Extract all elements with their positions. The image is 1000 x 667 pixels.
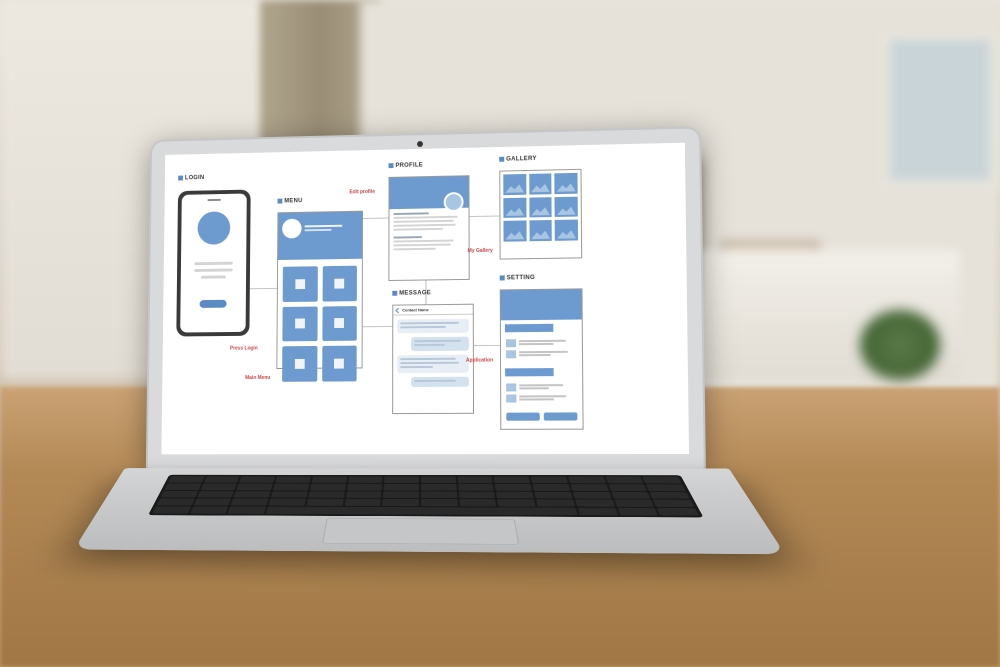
text-line bbox=[393, 244, 450, 247]
tile-icon bbox=[295, 319, 305, 329]
text-line bbox=[393, 248, 436, 251]
profile-screen bbox=[388, 175, 469, 281]
username-field[interactable] bbox=[194, 262, 232, 265]
gallery-thumb[interactable] bbox=[529, 197, 552, 218]
menu-tile[interactable] bbox=[322, 346, 357, 381]
tile-icon bbox=[334, 318, 344, 328]
laptop-keyboard-deck bbox=[74, 468, 785, 554]
text-line bbox=[393, 240, 454, 243]
gallery-screen bbox=[499, 169, 582, 260]
annotation-main-menu: Main Menu bbox=[245, 375, 270, 381]
setting-icon bbox=[506, 383, 516, 391]
password-field[interactable] bbox=[194, 269, 232, 272]
login-label: LOGIN bbox=[178, 175, 204, 181]
tile-icon bbox=[335, 278, 345, 288]
chat-bubble bbox=[411, 337, 469, 351]
tile-icon bbox=[334, 358, 344, 368]
setting-section-bar bbox=[505, 324, 553, 333]
gallery-thumb[interactable] bbox=[555, 173, 578, 194]
profile-name-line bbox=[393, 212, 428, 215]
setting-section-bar bbox=[505, 368, 554, 376]
gallery-thumb[interactable] bbox=[503, 221, 526, 242]
phone-speaker-icon bbox=[207, 199, 220, 201]
gallery-thumb[interactable] bbox=[555, 196, 578, 217]
laptop-bezel: LOGIN Press Login Main Menu MENU bbox=[146, 126, 706, 470]
chat-bubble bbox=[397, 355, 469, 374]
menu-tile[interactable] bbox=[322, 266, 357, 301]
menu-tile[interactable] bbox=[322, 306, 357, 341]
setting-icon bbox=[506, 394, 516, 402]
webcam-icon bbox=[417, 141, 423, 147]
gallery-thumb[interactable] bbox=[529, 220, 552, 241]
message-label: MESSAGE bbox=[392, 290, 431, 297]
profile-label: PROFILE bbox=[389, 162, 424, 169]
gallery-thumb[interactable] bbox=[503, 197, 526, 218]
laptop-screen: LOGIN Press Login Main Menu MENU bbox=[161, 143, 689, 455]
annotation-my-gallery: My Gallery bbox=[468, 248, 493, 254]
gallery-label: GALLERY bbox=[499, 156, 537, 163]
setting-row[interactable] bbox=[506, 350, 577, 359]
avatar-icon bbox=[282, 219, 302, 239]
avatar-icon bbox=[197, 211, 230, 245]
keyboard bbox=[148, 475, 703, 518]
text-line bbox=[393, 216, 457, 219]
menu-tile[interactable] bbox=[282, 346, 317, 381]
setting-action-button[interactable] bbox=[544, 412, 578, 420]
profile-hero bbox=[389, 176, 468, 209]
section-line bbox=[393, 236, 421, 238]
menu-banner bbox=[278, 243, 362, 260]
back-icon[interactable] bbox=[395, 307, 401, 313]
login-screen bbox=[180, 194, 247, 333]
wall-art bbox=[880, 30, 1000, 190]
setting-icon bbox=[506, 350, 516, 358]
text-line bbox=[393, 224, 456, 227]
setting-header bbox=[501, 289, 582, 320]
setting-screen bbox=[500, 288, 584, 429]
user-sub-line bbox=[304, 229, 331, 231]
profile-text bbox=[389, 208, 468, 257]
menu-label: MENU bbox=[278, 198, 303, 204]
phone-mockup bbox=[176, 190, 250, 337]
gallery-thumb[interactable] bbox=[555, 220, 578, 241]
menu-screen bbox=[276, 211, 363, 369]
menu-tile[interactable] bbox=[282, 306, 317, 341]
setting-action-button[interactable] bbox=[506, 413, 539, 421]
user-name-line bbox=[304, 225, 341, 228]
laptop: LOGIN Press Login Main Menu MENU bbox=[144, 126, 708, 605]
annotation-edit-profile: Edit profile bbox=[349, 189, 375, 195]
setting-label: SETTING bbox=[500, 275, 535, 282]
gallery-thumb[interactable] bbox=[529, 173, 552, 194]
menu-header bbox=[278, 212, 362, 245]
plant bbox=[860, 310, 940, 380]
menu-grid bbox=[277, 261, 362, 387]
chat-bubble bbox=[397, 319, 469, 334]
trackpad bbox=[322, 518, 519, 545]
text-line bbox=[393, 220, 453, 223]
text-line bbox=[393, 228, 443, 231]
setting-icon bbox=[506, 339, 516, 347]
login-button[interactable] bbox=[200, 300, 227, 308]
annotation-application: Application bbox=[466, 357, 493, 363]
setting-row[interactable] bbox=[506, 383, 577, 391]
message-screen: Contact Name bbox=[392, 304, 474, 414]
ux-wireframe-canvas: LOGIN Press Login Main Menu MENU bbox=[161, 143, 689, 455]
menu-tile[interactable] bbox=[283, 266, 318, 301]
message-header: Contact Name bbox=[393, 305, 473, 316]
tile-icon bbox=[295, 359, 305, 369]
input-line bbox=[201, 275, 226, 278]
annotation-press-login: Press Login bbox=[230, 346, 258, 352]
setting-row[interactable] bbox=[506, 339, 577, 348]
chat-bubble bbox=[411, 377, 469, 387]
tile-icon bbox=[295, 279, 305, 289]
gallery-thumb[interactable] bbox=[503, 174, 526, 195]
setting-row[interactable] bbox=[506, 394, 577, 402]
contact-name: Contact Name bbox=[402, 307, 429, 312]
